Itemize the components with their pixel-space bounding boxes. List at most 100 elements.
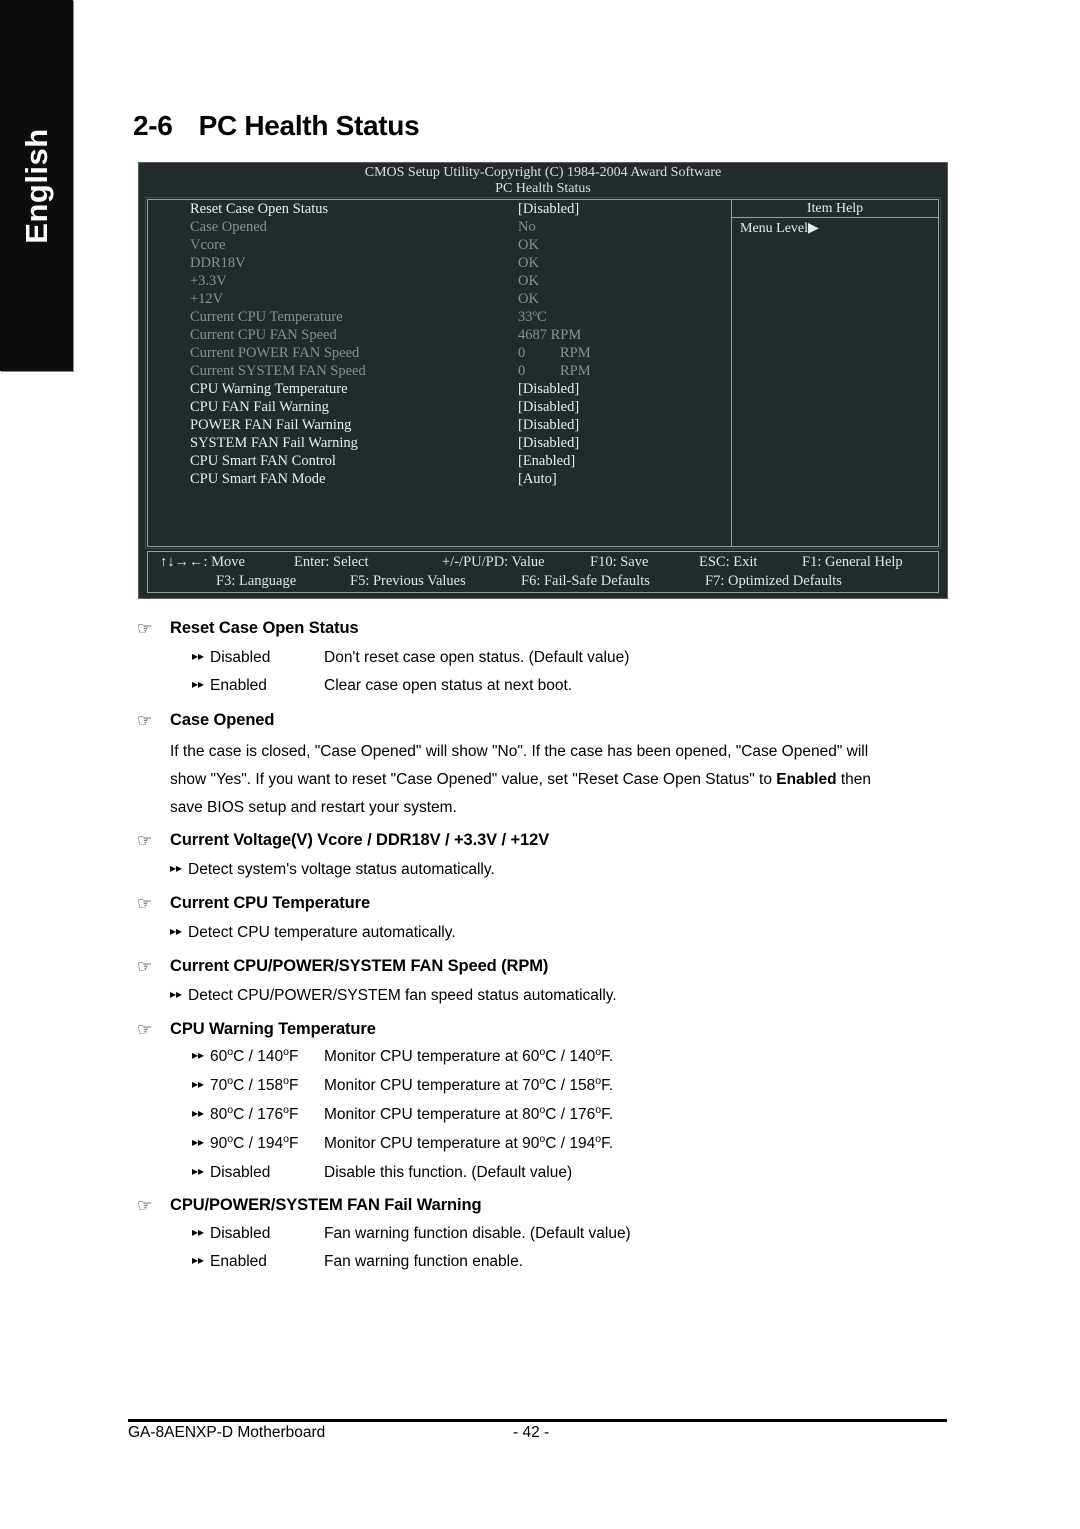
bios-screen: CMOS Setup Utility-Copyright (C) 1984-20…	[138, 162, 948, 599]
menu-level-arrow-icon: ▶	[808, 221, 819, 236]
table-row[interactable]: +12V OK	[148, 290, 731, 308]
option-description: Don't reset case open status. (Default v…	[324, 649, 630, 666]
item-help-panel: Item Help Menu Level▶	[731, 200, 938, 546]
bios-row-value-unit: RPM	[560, 363, 591, 379]
option-label: Enabled	[210, 1253, 267, 1270]
double-arrow-icon: ▸▸	[192, 1135, 205, 1149]
case-opened-paragraph-line3: save BIOS setup and restart your system.	[170, 799, 457, 816]
bios-row-value: No	[518, 219, 536, 235]
table-row[interactable]: Vcore OK	[148, 236, 731, 254]
bios-row-value: [Auto]	[518, 471, 557, 487]
bios-row-value: [Disabled]	[518, 399, 580, 415]
bios-row-label: POWER FAN Fail Warning	[190, 417, 352, 433]
bios-row-value: 4687 RPM	[518, 327, 582, 343]
section-heading-reset-case-open: Reset Case Open Status	[170, 619, 359, 637]
bios-row-value: [Enabled]	[518, 453, 576, 469]
option-description: Monitor CPU temperature at 70oC / 158oF.	[324, 1074, 614, 1094]
option-description: Fan warning function enable.	[324, 1253, 524, 1270]
table-row[interactable]: CPU Smart FAN Control [Enabled]	[148, 452, 731, 470]
double-arrow-icon: ▸▸	[192, 677, 205, 691]
bios-row-label: Current CPU Temperature	[190, 309, 343, 325]
section-heading-current-voltage: Current Voltage(V) Vcore / DDR18V / +3.3…	[170, 831, 550, 849]
bios-key-legend: ↑↓→←: Move Enter: Select +/-/PU/PD: Valu…	[147, 551, 939, 593]
table-row[interactable]: POWER FAN Fail Warning [Disabled]	[148, 416, 731, 434]
paragraph-text-emphasis: Enabled	[776, 771, 837, 788]
table-row[interactable]: Reset Case Open Status [Disabled]	[148, 200, 731, 218]
footer-page-number: - 42 -	[513, 1424, 550, 1441]
paragraph-text-pre: show "Yes". If you want to reset "Case O…	[170, 771, 777, 788]
footer-product-name: GA-8AENXP-D Motherboard	[128, 1424, 326, 1441]
section-heading-case-opened: Case Opened	[170, 711, 275, 729]
legend-move: ↑↓→←: Move	[160, 554, 245, 570]
bios-row-value-unit: RPM	[560, 345, 591, 361]
table-row[interactable]: Current CPU Temperature 33ºC	[148, 308, 731, 326]
table-row[interactable]: CPU Warning Temperature [Disabled]	[148, 380, 731, 398]
page-title-text: PC Health Status	[198, 110, 420, 141]
option-label: 60oC / 140oF	[210, 1045, 299, 1065]
bios-row-value: 0	[518, 363, 526, 379]
double-arrow-icon: ▸▸	[170, 861, 183, 875]
table-row[interactable]: CPU FAN Fail Warning [Disabled]	[148, 398, 731, 416]
table-row[interactable]: Current CPU FAN Speed 4687 RPM	[148, 326, 731, 344]
bios-row-label: CPU Smart FAN Control	[190, 453, 336, 469]
case-opened-paragraph-line1: If the case is closed, "Case Opened" wil…	[170, 743, 869, 760]
language-tab: English	[0, 0, 73, 371]
double-arrow-icon: ▸▸	[170, 924, 183, 938]
double-arrow-icon: ▸▸	[192, 1225, 205, 1239]
legend-enter: Enter: Select	[294, 554, 369, 570]
bios-row-value: OK	[518, 255, 539, 271]
bios-row-value: [Disabled]	[518, 201, 580, 217]
bios-row-value: OK	[518, 237, 539, 253]
legend-previous-values: F5: Previous Values	[350, 573, 466, 589]
legend-value: +/-/PU/PD: Value	[442, 554, 545, 570]
option-label: 90oC / 194oF	[210, 1132, 299, 1152]
pointing-hand-icon: ☞	[137, 957, 153, 977]
bios-header: CMOS Setup Utility-Copyright (C) 1984-20…	[139, 163, 947, 197]
option-description: Monitor CPU temperature at 80oC / 176oF.	[324, 1103, 614, 1123]
legend-general-help: F1: General Help	[802, 554, 903, 570]
double-arrow-icon: ▸▸	[192, 1077, 205, 1091]
option-description: Fan warning function disable. (Default v…	[324, 1225, 631, 1242]
bios-row-label: DDR18V	[190, 255, 246, 271]
double-arrow-icon: ▸▸	[192, 649, 205, 663]
table-row[interactable]: Current SYSTEM FAN Speed 0 RPM	[148, 362, 731, 380]
double-arrow-icon: ▸▸	[192, 1164, 205, 1178]
section-heading-current-cpu-temperature: Current CPU Temperature	[170, 894, 371, 912]
option-label: 70oC / 158oF	[210, 1074, 299, 1094]
paragraph-text-post: then	[836, 771, 872, 788]
bios-row-label: CPU Warning Temperature	[190, 381, 348, 397]
double-arrow-icon: ▸▸	[170, 987, 183, 1001]
menu-level-label: Menu Level	[740, 221, 809, 236]
option-description: Detect system's voltage status automatic…	[188, 861, 495, 878]
bios-row-value: [Disabled]	[518, 435, 580, 451]
legend-save: F10: Save	[590, 554, 649, 570]
table-row[interactable]: CPU Smart FAN Mode [Auto]	[148, 470, 731, 488]
item-help-body: Menu Level▶	[732, 218, 938, 237]
table-row[interactable]: +3.3V OK	[148, 272, 731, 290]
section-heading-current-fan-speed: Current CPU/POWER/SYSTEM FAN Speed (RPM)	[170, 957, 549, 975]
bios-row-value: OK	[518, 291, 539, 307]
legend-language: F3: Language	[216, 573, 297, 589]
bios-row-label: SYSTEM FAN Fail Warning	[190, 435, 358, 451]
legend-exit: ESC: Exit	[699, 554, 758, 570]
option-description: Detect CPU temperature automatically.	[188, 924, 456, 941]
option-label: Disabled	[210, 1164, 271, 1181]
option-description: Detect CPU/POWER/SYSTEM fan speed status…	[188, 987, 617, 1004]
table-row[interactable]: Current POWER FAN Speed 0 RPM	[148, 344, 731, 362]
bios-row-label: Current CPU FAN Speed	[190, 327, 337, 343]
table-row[interactable]: Case Opened No	[148, 218, 731, 236]
page-title: 2-6 PC Health Status	[133, 110, 420, 142]
bios-row-label: +12V	[190, 291, 224, 307]
table-row[interactable]: SYSTEM FAN Fail Warning [Disabled]	[148, 434, 731, 452]
double-arrow-icon: ▸▸	[192, 1253, 205, 1267]
pointing-hand-icon: ☞	[137, 1196, 153, 1216]
pointing-hand-icon: ☞	[137, 831, 153, 851]
table-row[interactable]: DDR18V OK	[148, 254, 731, 272]
bios-row-value: OK	[518, 273, 539, 289]
case-opened-paragraph-line2: show "Yes". If you want to reset "Case O…	[170, 766, 871, 794]
bios-settings-list: Reset Case Open Status [Disabled] Case Op…	[148, 200, 731, 488]
option-description: Monitor CPU temperature at 90oC / 194oF.	[324, 1132, 614, 1152]
language-tab-label: English	[18, 127, 54, 244]
bios-inner-panel: Reset Case Open Status [Disabled] Case Op…	[145, 197, 941, 549]
bios-row-label: Vcore	[190, 237, 226, 253]
